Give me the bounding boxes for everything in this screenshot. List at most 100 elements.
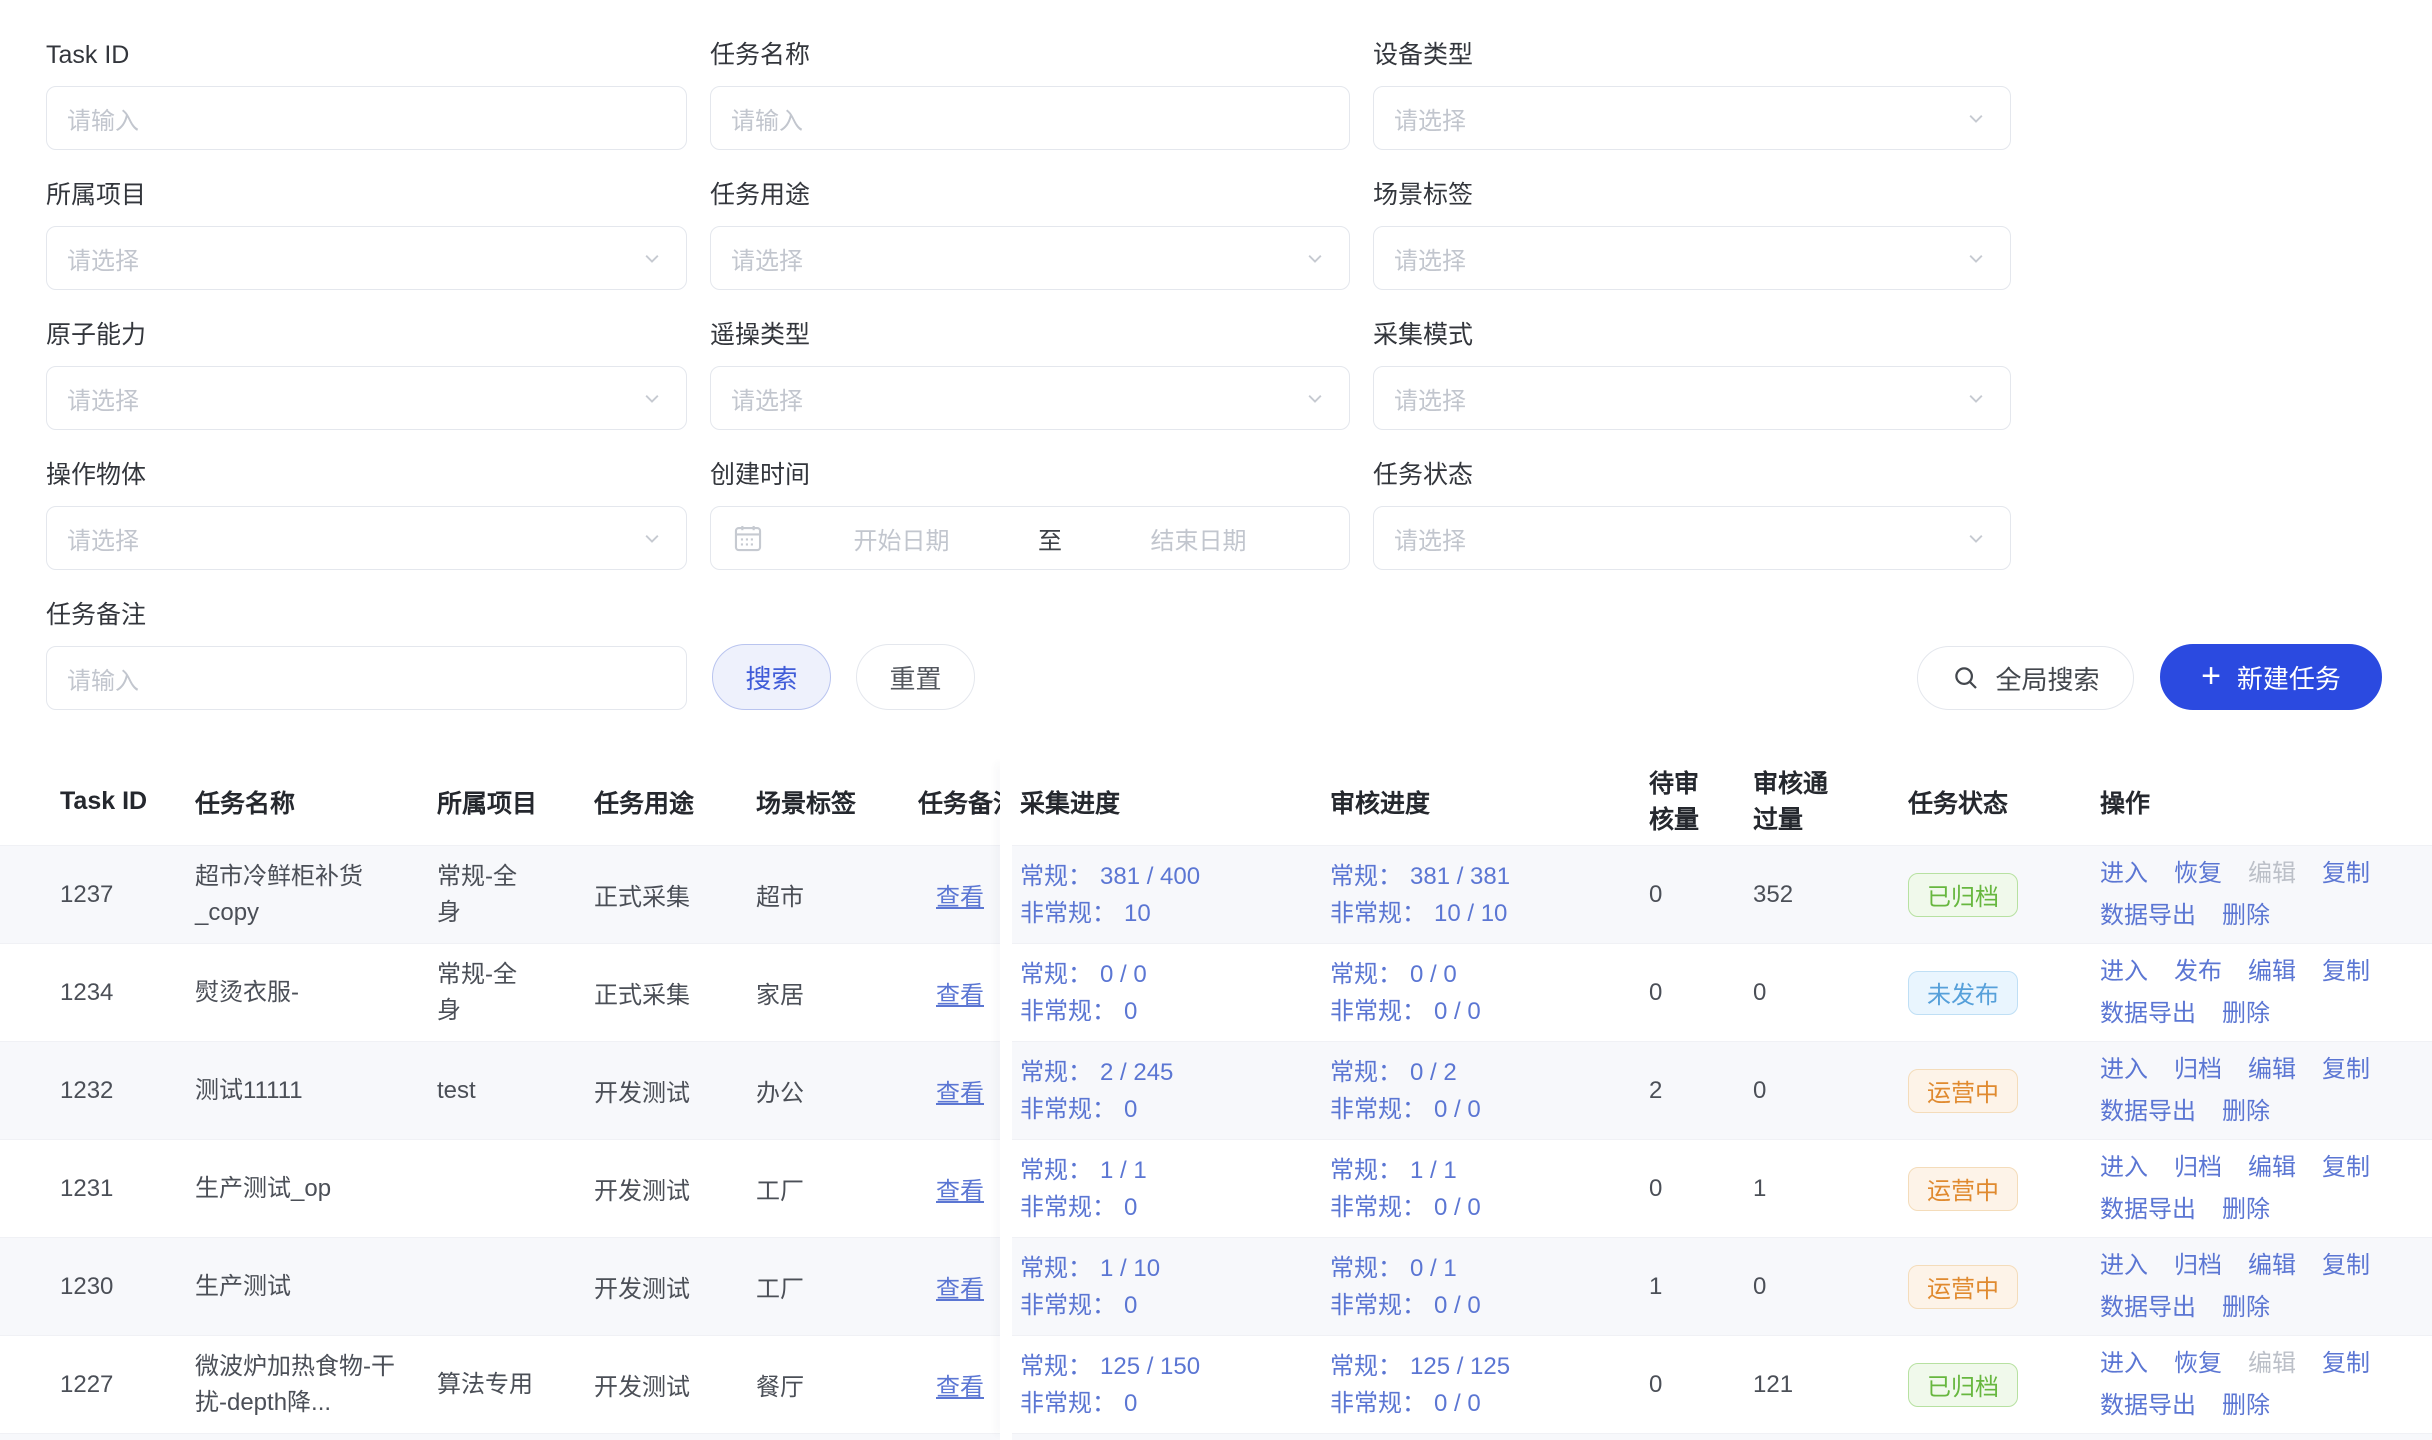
column-header-purpose: 任务用途 [594,784,756,820]
action-link[interactable]: 复制 [2322,855,2370,893]
view-note-link[interactable]: 查看 [936,1276,984,1303]
cell-scene: 家居 [756,975,918,1010]
filter-label-project: 所属项目 [46,178,687,212]
create-time-separator: 至 [1032,521,1068,556]
view-note-link[interactable]: 查看 [936,982,984,1009]
cell-actions: 进入发布编辑复制数据导出删除 [2088,953,2432,1033]
action-disabled-link: 编辑 [2248,1345,2296,1383]
view-note-link[interactable]: 查看 [936,1080,984,1107]
action-link[interactable]: 编辑 [2248,1247,2296,1285]
column-header-name: 任务名称 [195,784,437,820]
action-link[interactable]: 删除 [2222,1289,2270,1327]
filter-label-atomic-ability: 原子能力 [46,318,687,352]
filter-label-collect-mode: 采集模式 [1373,318,2011,352]
filter-last-row: 任务备注请输入 搜索 重置 全局搜索 + 新建任务 [46,598,2432,710]
action-link[interactable]: 进入 [2100,1051,2148,1089]
view-note-link[interactable]: 查看 [936,1374,984,1401]
cell-review-progress-regular: 常规：0 / 1 [1330,1250,1637,1287]
teleop-type-select[interactable]: 请选择 [710,366,1350,430]
task-note-input[interactable]: 请输入 [46,646,687,710]
create-task-button[interactable]: + 新建任务 [2160,644,2382,710]
operate-object-select[interactable]: 请选择 [46,506,687,570]
device-type-placeholder: 请选择 [1394,101,1466,136]
cell-purpose: 开发测试 [594,1171,756,1206]
filter-grid: Task ID请输入任务名称请输入设备类型请选择所属项目请选择任务用途请选择场景… [46,38,2432,570]
action-link[interactable]: 进入 [2100,953,2148,991]
action-link[interactable]: 数据导出 [2100,1093,2196,1131]
action-link[interactable]: 删除 [2222,897,2270,935]
cell-status: 运营中 [1908,1265,2088,1309]
action-link[interactable]: 删除 [2222,995,2270,1033]
reset-button[interactable]: 重置 [856,644,975,710]
filter-field-collect-mode: 采集模式请选择 [1373,318,2011,430]
task-purpose-select[interactable]: 请选择 [710,226,1350,290]
task-status-select[interactable]: 请选择 [1373,506,2011,570]
collect-mode-select[interactable]: 请选择 [1373,366,2011,430]
table-row-partial [0,1434,2432,1440]
task-id-input[interactable]: 请输入 [46,86,687,150]
action-link[interactable]: 复制 [2322,1345,2370,1383]
action-link[interactable]: 编辑 [2248,1149,2296,1187]
action-link[interactable]: 复制 [2322,953,2370,991]
cell-actions: 进入归档编辑复制数据导出删除 [2088,1149,2432,1229]
action-link[interactable]: 复制 [2322,1247,2370,1285]
cell-status: 未发布 [1908,971,2088,1015]
search-icon [1951,663,1981,693]
device-type-select[interactable]: 请选择 [1373,86,2011,150]
action-link[interactable]: 归档 [2174,1051,2222,1089]
action-link[interactable]: 进入 [2100,1345,2148,1383]
cell-task-id: 1231 [0,1175,195,1203]
action-link[interactable]: 复制 [2322,1051,2370,1089]
action-link[interactable]: 数据导出 [2100,897,2196,935]
filter-field-device-type: 设备类型请选择 [1373,38,2011,150]
action-link[interactable]: 进入 [2100,855,2148,893]
view-note-link[interactable]: 查看 [936,884,984,911]
column-header-id: Task ID [0,787,195,816]
table-row: 1227微波炉加热食物-干扰-depth降...算法专用开发测试餐厅查看常规：1… [0,1336,2432,1434]
cell-pending-count: 1 [1637,1273,1745,1301]
action-link[interactable]: 编辑 [2248,1051,2296,1089]
plus-icon: + [2201,659,2221,693]
cell-review-progress-irregular: 非常规：10 / 10 [1330,895,1637,932]
action-link[interactable]: 发布 [2174,953,2222,991]
filter-label-scene-tag: 场景标签 [1373,178,2011,212]
action-link[interactable]: 数据导出 [2100,1191,2196,1229]
cell-scene: 工厂 [756,1171,918,1206]
scene-tag-select[interactable]: 请选择 [1373,226,2011,290]
action-link[interactable]: 归档 [2174,1247,2222,1285]
cell-collect-progress-regular: 常规：1 / 1 [1020,1152,1330,1189]
cell-collect-progress: 常规：1 / 1非常规：0 [1000,1152,1330,1226]
search-button[interactable]: 搜索 [712,644,831,710]
cell-project: 算法专用 [437,1367,594,1403]
action-link[interactable]: 删除 [2222,1191,2270,1229]
task-name-input[interactable]: 请输入 [710,86,1350,150]
task-name-placeholder: 请输入 [731,101,803,136]
cell-collect-progress: 常规：125 / 150非常规：0 [1000,1348,1330,1422]
global-search-button[interactable]: 全局搜索 [1917,646,2134,710]
atomic-ability-select[interactable]: 请选择 [46,366,687,430]
filter-field-teleop-type: 遥操类型请选择 [710,318,1350,430]
action-link[interactable]: 归档 [2174,1149,2222,1187]
view-note-link[interactable]: 查看 [936,1178,984,1205]
create-time-range-picker[interactable]: 开始日期至结束日期 [710,506,1350,570]
action-link[interactable]: 编辑 [2248,953,2296,991]
action-link[interactable]: 数据导出 [2100,1387,2196,1425]
column-header-note: 任务备注 [918,784,1000,820]
action-link[interactable]: 删除 [2222,1093,2270,1131]
action-link[interactable]: 复制 [2322,1149,2370,1187]
cell-review-progress-regular: 常规：1 / 1 [1330,1152,1637,1189]
action-link[interactable]: 数据导出 [2100,1289,2196,1327]
action-link[interactable]: 恢复 [2174,1345,2222,1383]
action-link[interactable]: 进入 [2100,1247,2148,1285]
cell-review-progress-irregular: 非常规：0 / 0 [1330,1385,1637,1422]
filter-label-task-id: Task ID [46,38,687,72]
action-link[interactable]: 恢复 [2174,855,2222,893]
action-link[interactable]: 删除 [2222,1387,2270,1425]
project-select[interactable]: 请选择 [46,226,687,290]
filter-field-task-name: 任务名称请输入 [710,38,1350,150]
action-link[interactable]: 进入 [2100,1149,2148,1187]
table-row: 1231生产测试_op开发测试工厂查看常规：1 / 1非常规：0常规：1 / 1… [0,1140,2432,1238]
cell-note: 查看 [918,975,1000,1010]
action-link[interactable]: 数据导出 [2100,995,2196,1033]
cell-approved-count: 0 [1745,1273,1908,1301]
